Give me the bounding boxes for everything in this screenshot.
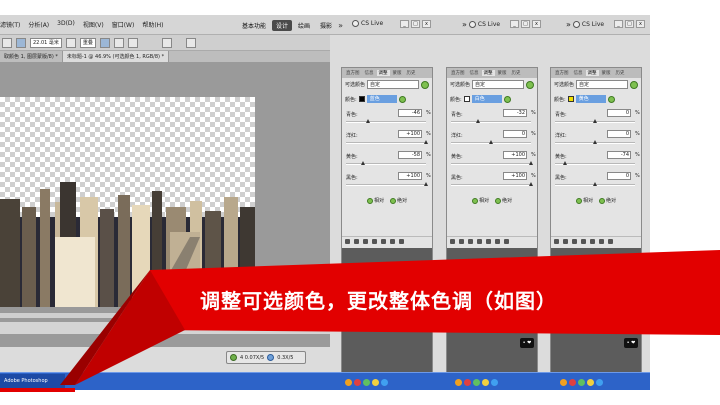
banner-underline <box>0 388 75 392</box>
red-banner-shape <box>0 250 720 392</box>
banner-caption: 调整可选颜色，更改整体色调（如图） <box>200 289 557 313</box>
